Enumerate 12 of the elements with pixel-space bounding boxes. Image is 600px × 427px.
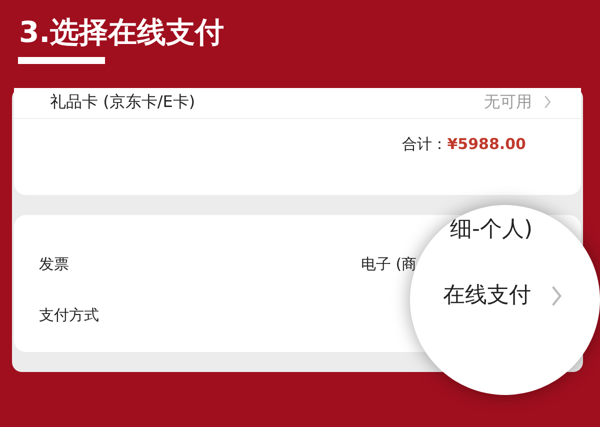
total-amount: ¥5988.00 bbox=[447, 134, 526, 155]
total-label: 合计： bbox=[402, 134, 448, 155]
chevron-icon bbox=[544, 94, 551, 108]
row-label: 礼品卡 (京东卡/E卡) bbox=[50, 90, 196, 112]
row-label: 支付方式 bbox=[39, 305, 100, 326]
page-title: 3.选择在线支付 bbox=[18, 14, 226, 47]
chevron-icon bbox=[551, 284, 562, 306]
magnified-text: 细-个人) bbox=[450, 216, 533, 244]
magnified-text: 在线支付 bbox=[443, 282, 531, 310]
row-value: 电子 (商 bbox=[361, 254, 417, 276]
row-label: 发票 bbox=[39, 254, 70, 276]
row-value: 无可用 bbox=[484, 90, 532, 112]
